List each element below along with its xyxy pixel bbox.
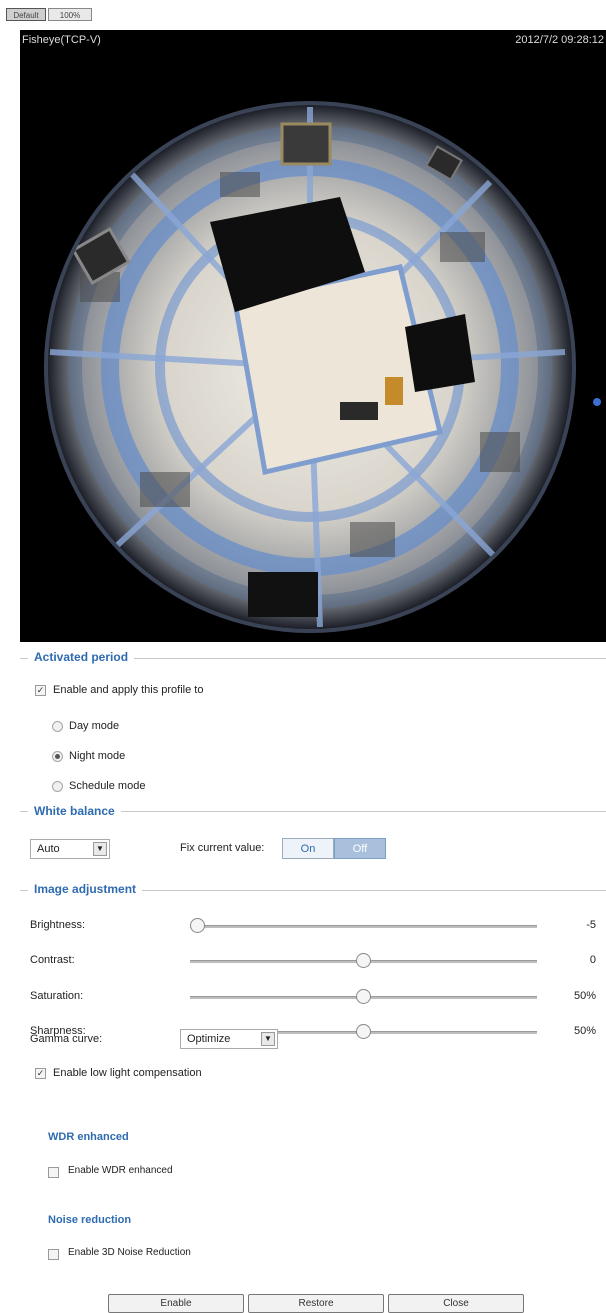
white-balance-select[interactable]: Auto ▼ xyxy=(30,839,110,859)
gamma-curve-select[interactable]: Optimize ▼ xyxy=(180,1029,278,1049)
day-mode-radio[interactable] xyxy=(52,721,63,732)
slider-thumb[interactable] xyxy=(356,1024,371,1039)
white-balance-value: Auto xyxy=(37,843,60,855)
section-white-balance: White balance xyxy=(28,804,121,818)
gamma-curve-value: Optimize xyxy=(187,1033,231,1045)
video-viewer[interactable]: Fisheye(TCP-V) 2012/7/2 09:28:12 xyxy=(20,30,606,642)
gamma-curve-label: Gamma curve: xyxy=(30,1033,103,1045)
wdr-title: WDR enhanced xyxy=(48,1131,129,1143)
section-activated-period: Activated period xyxy=(28,650,135,664)
close-button[interactable]: Close xyxy=(388,1294,524,1313)
slider-value: 50% xyxy=(573,990,596,1002)
slider-label: Brightness: xyxy=(30,919,86,931)
slider-thumb[interactable] xyxy=(356,953,371,968)
zoom-tab-default[interactable]: Default xyxy=(6,8,46,21)
slider-value: 0 xyxy=(589,954,596,966)
video-title: Fisheye(TCP-V) xyxy=(22,34,101,46)
zoom-tab-100[interactable]: 100% xyxy=(48,8,92,21)
slider-label: Saturation: xyxy=(30,990,84,1002)
noise-checkbox[interactable] xyxy=(48,1249,59,1260)
chevron-down-icon: ▼ xyxy=(261,1032,275,1046)
chevron-down-icon: ▼ xyxy=(93,842,107,856)
slider-thumb[interactable] xyxy=(356,989,371,1004)
fisheye-image xyxy=(44,101,601,633)
night-mode-radio[interactable] xyxy=(52,751,63,762)
wdr-label: Enable WDR enhanced xyxy=(68,1165,173,1176)
slider-label: Contrast: xyxy=(30,954,75,966)
video-header: Fisheye(TCP-V) 2012/7/2 09:28:12 xyxy=(20,30,606,52)
fix-current-value-label: Fix current value: xyxy=(180,842,265,854)
enable-profile-label: Enable and apply this profile to xyxy=(53,684,204,696)
section-image-adjustment: Image adjustment xyxy=(28,882,143,896)
night-mode-label: Night mode xyxy=(69,750,126,762)
low-light-label: Enable low light compensation xyxy=(53,1067,202,1079)
slider-value: -5 xyxy=(586,919,596,931)
schedule-mode-label: Schedule mode xyxy=(69,780,146,792)
schedule-mode-radio[interactable] xyxy=(52,781,63,792)
noise-label: Enable 3D Noise Reduction xyxy=(68,1247,191,1258)
slider-track[interactable] xyxy=(190,925,537,928)
enable-button[interactable]: Enable xyxy=(108,1294,244,1313)
low-light-checkbox[interactable]: ✓ xyxy=(35,1068,46,1079)
video-timestamp: 2012/7/2 09:28:12 xyxy=(515,34,604,46)
restore-button[interactable]: Restore xyxy=(248,1294,384,1313)
noise-title: Noise reduction xyxy=(48,1214,132,1226)
slider-thumb[interactable] xyxy=(190,918,205,933)
fix-off-button[interactable]: Off xyxy=(334,838,386,859)
enable-profile-checkbox[interactable]: ✓ xyxy=(35,685,46,696)
day-mode-label: Day mode xyxy=(69,720,120,732)
wdr-checkbox[interactable] xyxy=(48,1167,59,1178)
slider-value: 50% xyxy=(573,1025,596,1037)
fix-on-button[interactable]: On xyxy=(282,838,334,859)
